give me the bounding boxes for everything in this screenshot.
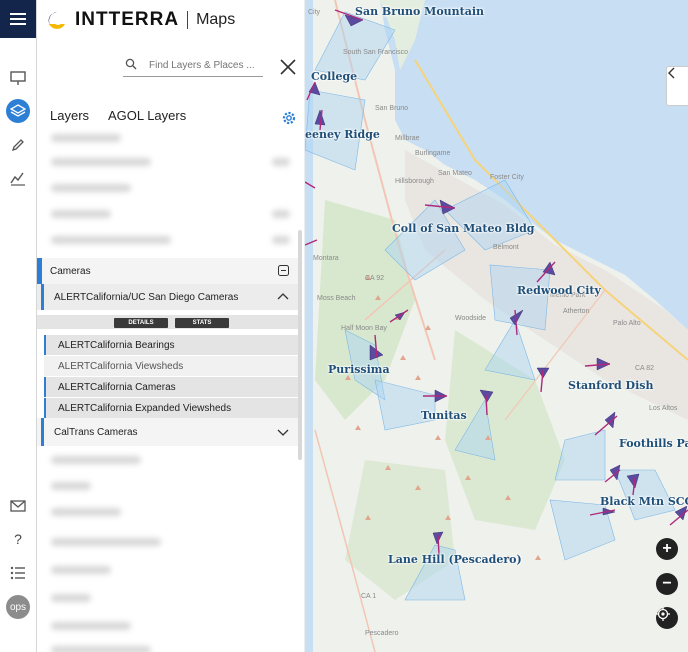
place-label: Burlingame xyxy=(415,150,451,157)
icon-rail: ? ops xyxy=(0,0,37,652)
road-label: CA 92 xyxy=(365,275,385,282)
place-label: Atherton xyxy=(563,308,590,315)
map-collapse-tab[interactable] xyxy=(666,66,688,106)
map-view[interactable]: City South San Francisco San Bruno Millb… xyxy=(305,0,688,652)
camera-label[interactable]: Redwood City xyxy=(517,284,601,297)
brand-separator xyxy=(187,11,189,29)
list-icon xyxy=(10,566,25,580)
blurred-layer-rows-top xyxy=(37,128,304,256)
alert-cameras-group-label: ALERTCalifornia/UC San Diego Cameras xyxy=(54,291,239,303)
search-input[interactable] xyxy=(147,59,263,72)
tab-layers[interactable]: Layers xyxy=(50,108,89,123)
gear-icon[interactable] xyxy=(281,110,297,126)
camera-label[interactable]: Stanford Dish xyxy=(568,379,653,392)
road-label: CA 1 xyxy=(361,593,377,600)
camera-label[interactable]: Purissima xyxy=(328,363,390,376)
layer-tabs: Layers AGOL Layers xyxy=(50,108,202,123)
presentation-icon xyxy=(10,71,26,85)
envelope-icon xyxy=(10,500,26,512)
stats-button[interactable]: STATS xyxy=(175,318,229,328)
zoom-out-button[interactable]: − xyxy=(656,573,678,595)
caltrans-cameras-group-label: CalTrans Cameras xyxy=(54,426,138,438)
details-button[interactable]: DETAILS xyxy=(114,318,168,328)
analytics-button[interactable] xyxy=(6,166,30,190)
camera-label[interactable]: San Bruno Mountain xyxy=(355,5,484,18)
layer-item-expanded-viewsheds[interactable]: ALERTCalifornia Expanded Viewsheds xyxy=(44,398,299,418)
layers-panel: INTTERRA Maps Layers AGOL Layers Cameras… xyxy=(37,0,304,652)
chevron-down-icon[interactable] xyxy=(277,429,289,437)
chevron-left-icon xyxy=(668,67,675,79)
place-label: Woodside xyxy=(455,315,487,322)
place-label: Montara xyxy=(313,255,339,262)
camera-label[interactable]: Tunitas xyxy=(421,409,467,422)
layer-item-bearings[interactable]: ALERTCalifornia Bearings xyxy=(44,335,299,355)
list-button[interactable] xyxy=(6,561,30,585)
caltrans-cameras-group-row[interactable]: CalTrans Cameras xyxy=(37,418,299,446)
locate-button[interactable] xyxy=(656,607,678,629)
user-avatar[interactable]: ops xyxy=(6,595,30,619)
layer-item-label: ALERTCalifornia Cameras xyxy=(58,381,176,393)
close-panel-icon[interactable] xyxy=(279,58,297,76)
place-label: South San Francisco xyxy=(343,49,408,56)
layer-item-label: ALERTCalifornia Viewsheds xyxy=(58,360,184,372)
cameras-group-row[interactable]: Cameras xyxy=(37,258,299,284)
chart-icon xyxy=(10,172,25,186)
camera-label[interactable]: Lane Hill (Pescadero) xyxy=(388,553,522,566)
cameras-group-label: Cameras xyxy=(50,265,91,277)
layer-item-viewsheds[interactable]: ALERTCalifornia Viewsheds xyxy=(44,356,299,376)
search-icon xyxy=(125,58,137,70)
place-label: Pescadero xyxy=(365,630,399,637)
tab-agol-layers[interactable]: AGOL Layers xyxy=(108,108,186,123)
pencil-icon xyxy=(11,139,24,152)
alert-cameras-group-row[interactable]: ALERTCalifornia/UC San Diego Cameras xyxy=(37,284,299,310)
layers-icon xyxy=(10,104,26,117)
panel-scrollbar[interactable] xyxy=(298,230,302,460)
brand-name: INTTERRA xyxy=(75,9,180,30)
zoom-in-button[interactable]: + xyxy=(656,538,678,560)
brand-product: Maps xyxy=(196,11,236,28)
road-label: CA 82 xyxy=(635,365,655,372)
place-label: Moss Beach xyxy=(317,295,356,302)
crosshair-icon xyxy=(656,607,670,621)
place-label: San Bruno xyxy=(375,105,409,112)
intterra-logo-icon xyxy=(48,12,65,29)
help-button[interactable]: ? xyxy=(6,527,30,551)
details-stats-row: DETAILS STATS xyxy=(37,315,299,329)
layers-button[interactable] xyxy=(6,99,30,123)
camera-label[interactable]: Black Mtn SCC xyxy=(600,495,688,508)
layer-search xyxy=(123,55,263,77)
layer-item-label: ALERTCalifornia Bearings xyxy=(58,339,175,351)
help-icon: ? xyxy=(14,531,22,547)
camera-label[interactable]: College xyxy=(311,70,357,83)
hamburger-icon xyxy=(10,13,26,25)
hamburger-menu-button[interactable] xyxy=(0,0,36,38)
place-label: Belmont xyxy=(493,244,519,251)
place-label: San Mateo xyxy=(438,170,472,177)
presentation-button[interactable] xyxy=(6,66,30,90)
place-label: Half Moon Bay xyxy=(341,325,387,332)
place-label: Hillsborough xyxy=(395,178,434,185)
draw-button[interactable] xyxy=(6,133,30,157)
camera-label[interactable]: Foothills Park xyxy=(619,437,688,450)
brand-header: INTTERRA Maps xyxy=(45,6,235,34)
place-label: Foster City xyxy=(490,174,524,181)
camera-label[interactable]: Coll of San Mateo Bldg xyxy=(392,222,534,235)
chevron-up-icon[interactable] xyxy=(277,292,289,300)
layer-item-label: ALERTCalifornia Expanded Viewsheds xyxy=(58,402,232,414)
camera-label[interactable]: eeney Ridge xyxy=(305,128,380,141)
collapse-group-icon[interactable] xyxy=(278,265,289,276)
place-label: Los Altos xyxy=(649,405,678,412)
layer-item-cameras[interactable]: ALERTCalifornia Cameras xyxy=(44,377,299,397)
place-label: City xyxy=(308,9,321,16)
place-label: Millbrae xyxy=(395,135,420,142)
messages-button[interactable] xyxy=(6,494,30,518)
place-label: Palo Alto xyxy=(613,320,641,327)
blurred-layer-rows-bottom xyxy=(37,450,304,652)
